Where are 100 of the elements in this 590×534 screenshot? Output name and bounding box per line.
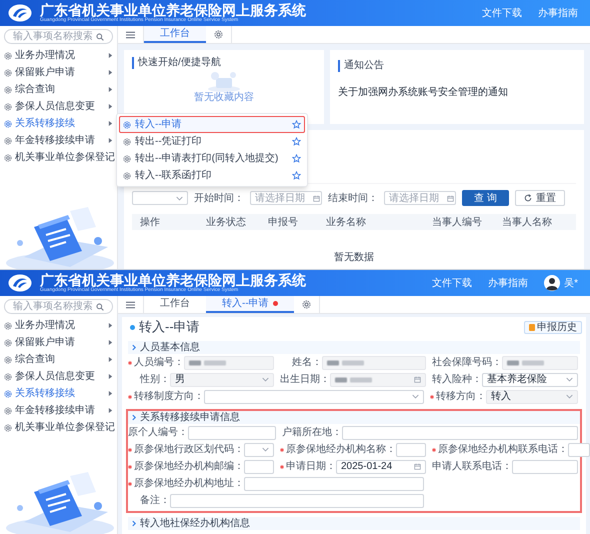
field-label: 出生日期：: [280, 372, 330, 387]
star-icon: [292, 120, 301, 129]
tab[interactable]: 转入--申请: [206, 296, 294, 313]
menu-icon[interactable]: [126, 300, 135, 308]
caret-icon: [108, 356, 113, 363]
gear-icon: [4, 338, 12, 346]
input-field[interactable]: [188, 426, 276, 440]
sidebar-item[interactable]: 机关事业单位参保登记: [0, 149, 117, 166]
sidebar-item[interactable]: 保留账户申请: [0, 334, 117, 351]
sidebar-item[interactable]: 年金转移接续申请: [0, 402, 117, 419]
input-field[interactable]: [244, 460, 274, 474]
card-title: 通知公告: [344, 58, 384, 73]
gear-icon: [123, 120, 131, 128]
field-label: 转移制度方向：: [134, 390, 204, 404]
refresh-icon: [524, 194, 532, 202]
calendar-icon: [313, 194, 320, 202]
sidebar-item[interactable]: 年金转移接续申请: [0, 132, 117, 149]
sidebar-item[interactable]: 综合查询: [0, 351, 117, 368]
caret-icon: [108, 52, 113, 59]
gear-icon: [4, 372, 12, 380]
field-label: 社会保障号码：: [432, 356, 502, 370]
search-icon: [96, 302, 104, 310]
tab[interactable]: 工作台: [144, 26, 206, 43]
gear-icon: [4, 68, 12, 76]
sidebar-item[interactable]: 保留账户申请: [0, 64, 117, 81]
search-icon: [96, 32, 104, 40]
gear-icon: [4, 86, 12, 94]
sidebar-item[interactable]: 参保人员信息变更: [0, 368, 117, 385]
settings-icon[interactable]: [302, 300, 311, 309]
caret-icon: [108, 86, 113, 93]
menu-item[interactable]: 转入--申请: [119, 116, 305, 133]
column-header: 业务名称: [326, 216, 367, 230]
empty-state-drawing: [206, 70, 242, 92]
input-field[interactable]: [170, 494, 424, 508]
sidebar-item[interactable]: 参保人员信息变更: [0, 98, 117, 115]
chevron-right-icon: [132, 414, 136, 421]
sidebar-item[interactable]: 关系转移接续: [0, 115, 117, 132]
select-field[interactable]: [204, 390, 424, 404]
column-header: 当事人名称: [502, 216, 553, 230]
column-header: 操作: [140, 216, 161, 230]
gear-icon: [4, 52, 12, 60]
section-header: 转入地社保经办机构信息: [128, 517, 580, 530]
caret-icon: [108, 103, 113, 110]
sidebar-item[interactable]: 机关事业单位参保登记: [0, 419, 117, 436]
gear-icon: [4, 424, 12, 432]
field-label: 备注：: [140, 494, 170, 508]
gear-icon: [4, 102, 12, 110]
field-label: 原参保地经办机构联系电话：: [438, 442, 568, 457]
input-field[interactable]: [512, 460, 578, 474]
empty-message: 暂无数据: [334, 250, 374, 265]
gear-icon: [4, 406, 12, 414]
caret-icon: [108, 339, 113, 346]
history-button[interactable]: 申报历史: [524, 320, 582, 334]
select-field[interactable]: 基本养老保险: [482, 372, 578, 386]
field-label: 人员编号：: [134, 356, 184, 370]
chevron-down-icon: [262, 447, 269, 452]
caret-icon: [108, 373, 113, 380]
sidebar-item[interactable]: 业务办理情况: [0, 317, 117, 334]
header-link[interactable]: 文件下载: [432, 276, 472, 290]
calendar-icon: [414, 376, 421, 383]
sidebar-item[interactable]: 业务办理情况: [0, 47, 117, 64]
field-label: 开始时间：: [194, 192, 244, 206]
input-field[interactable]: [568, 442, 590, 456]
gear-icon: [4, 154, 12, 162]
field-label: 转入险种：: [432, 372, 482, 387]
caret-icon: [108, 390, 113, 397]
avatar-icon: [544, 275, 560, 291]
column-header: 当事人编号: [432, 216, 483, 230]
input-field[interactable]: [244, 476, 424, 490]
reset-button[interactable]: 重置: [514, 190, 565, 206]
select-field[interactable]: [132, 191, 188, 205]
logo-icon: [8, 4, 32, 22]
page-title: 转入--申请: [139, 318, 200, 336]
field-label: 性别：: [140, 372, 170, 387]
caret-icon: [108, 69, 113, 76]
chevron-down-icon: [412, 394, 419, 399]
field-label: 户籍所在地：: [282, 426, 342, 440]
input-field[interactable]: [396, 442, 426, 456]
caret-icon: [108, 120, 113, 127]
field-label: 原参保地经办机构地址：: [134, 476, 244, 491]
field-label: 转移方向：: [436, 390, 486, 404]
chevron-down-icon: [566, 394, 573, 399]
sidebar-item[interactable]: 关系转移接续: [0, 385, 117, 402]
date-field[interactable]: 2025-01-24: [336, 460, 426, 474]
column-header: 业务状态: [206, 216, 247, 230]
field-label: 姓名：: [292, 356, 322, 370]
settings-icon[interactable]: [214, 30, 223, 39]
input-field[interactable]: [342, 426, 578, 440]
search-button[interactable]: 查 询: [462, 190, 509, 206]
star-icon: [292, 154, 301, 163]
caret-icon: [108, 407, 113, 414]
select-field[interactable]: [244, 442, 274, 456]
calendar-icon: [447, 194, 454, 202]
chevron-down-icon: [566, 377, 573, 382]
menu-icon[interactable]: [126, 30, 135, 38]
caret-icon: [108, 137, 113, 144]
notice-link[interactable]: 关于加强网办系统账号安全管理的通知: [338, 85, 576, 100]
user-name: 吴*: [564, 276, 578, 290]
bullet-icon: [130, 324, 135, 330]
sidebar-item[interactable]: 综合查询: [0, 81, 117, 98]
